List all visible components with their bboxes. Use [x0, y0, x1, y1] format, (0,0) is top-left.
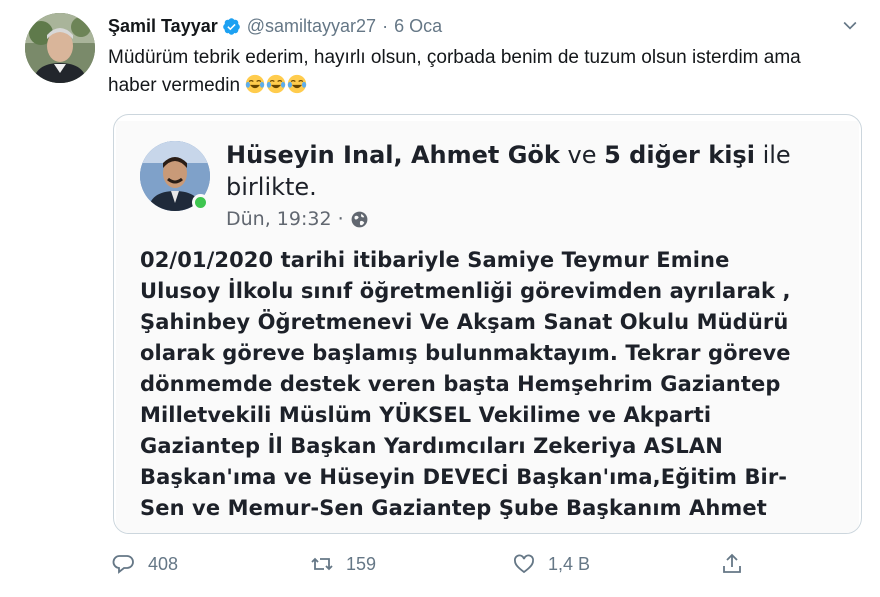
share-button[interactable]	[720, 552, 756, 576]
retweet-button[interactable]: 159	[310, 552, 376, 576]
like-button[interactable]: 1,4 B	[512, 552, 590, 576]
post-body-line: Ulusoy İlkolu sınıf öğretmenliği görevim…	[140, 279, 791, 303]
reply-icon	[112, 552, 148, 576]
header-separator: ·	[382, 15, 389, 36]
post-body-line: Başkan'ıma ve Hüseyin DEVECİ Başkan'ıma,…	[140, 465, 788, 489]
post-body-line: Milletvekili Müslüm YÜKSEL Vekilime ve A…	[140, 403, 712, 427]
tweet-date[interactable]: 6 Oca	[394, 16, 442, 37]
post-header-conj: ve	[559, 141, 605, 169]
post-body-line: Gaziantep İl Başkan Yardımcıları Zekeriy…	[140, 434, 723, 458]
author-handle[interactable]: @samiltayyar27	[247, 16, 376, 37]
verified-badge-icon	[222, 17, 241, 36]
post-body-line: Sen ve Memur-Sen Gaziantep Şube Başkanım…	[140, 496, 767, 520]
globe-icon	[350, 210, 369, 229]
tweet-header: Şamil Tayyar @samiltayyar27 · 6 Oca	[108, 14, 442, 38]
face-with-tears-of-joy-icon	[287, 74, 307, 94]
like-count: 1,4 B	[548, 553, 591, 574]
post-time: Dün, 19:32	[226, 208, 332, 230]
tweet-actions: 408 159 1,4 B	[112, 552, 741, 580]
reply-button[interactable]: 408	[112, 552, 178, 576]
online-status-indicator	[192, 194, 209, 211]
post-body-line: Şahinbey Öğretmenevi Ve Akşam Sanat Okul…	[140, 310, 789, 334]
post-meta: Dün, 19:32 ·	[226, 208, 369, 230]
post-meta-separator: ·	[337, 208, 344, 230]
post-body: 02/01/2020 tarihi itibariyle Samiye Teym…	[140, 245, 840, 524]
embedded-image[interactable]: Hüseyin Inal, Ahmet Gök ve 5 diğer kişi …	[113, 114, 862, 534]
post-body-line: 02/01/2020 tarihi itibariyle Samiye Teym…	[140, 248, 730, 272]
reply-count: 408	[148, 553, 179, 574]
post-tagged-names: Hüseyin Inal, Ahmet Gök	[226, 141, 560, 169]
share-icon	[720, 552, 756, 576]
tweet-text-body: Müdürüm tebrik ederim, hayırlı olsun, ço…	[108, 47, 801, 96]
author-name[interactable]: Şamil Tayyar	[108, 16, 218, 37]
post-others-count: 5 diğer kişi	[604, 141, 755, 169]
post-header: Hüseyin Inal, Ahmet Gök ve 5 diğer kişi …	[226, 139, 846, 203]
post-body-line: dönmemde destek veren başta Hemşehrim Ga…	[140, 372, 781, 396]
face-with-tears-of-joy-icon	[266, 74, 286, 94]
tweet-text: Müdürüm tebrik ederim, hayırlı olsun, ço…	[108, 44, 828, 100]
like-icon	[512, 552, 548, 576]
tweet: Şamil Tayyar @samiltayyar27 · 6 Oca Müdü…	[0, 0, 880, 597]
retweet-icon	[310, 552, 346, 576]
post-body-line: olarak göreve başlamış bulunmaktayım. Te…	[140, 341, 791, 365]
retweet-count: 159	[346, 553, 377, 574]
facebook-post-screenshot: Hüseyin Inal, Ahmet Gök ve 5 diğer kişi …	[116, 121, 859, 533]
chevron-down-icon[interactable]	[840, 15, 860, 35]
author-avatar[interactable]	[25, 13, 95, 83]
face-with-tears-of-joy-icon	[245, 74, 265, 94]
